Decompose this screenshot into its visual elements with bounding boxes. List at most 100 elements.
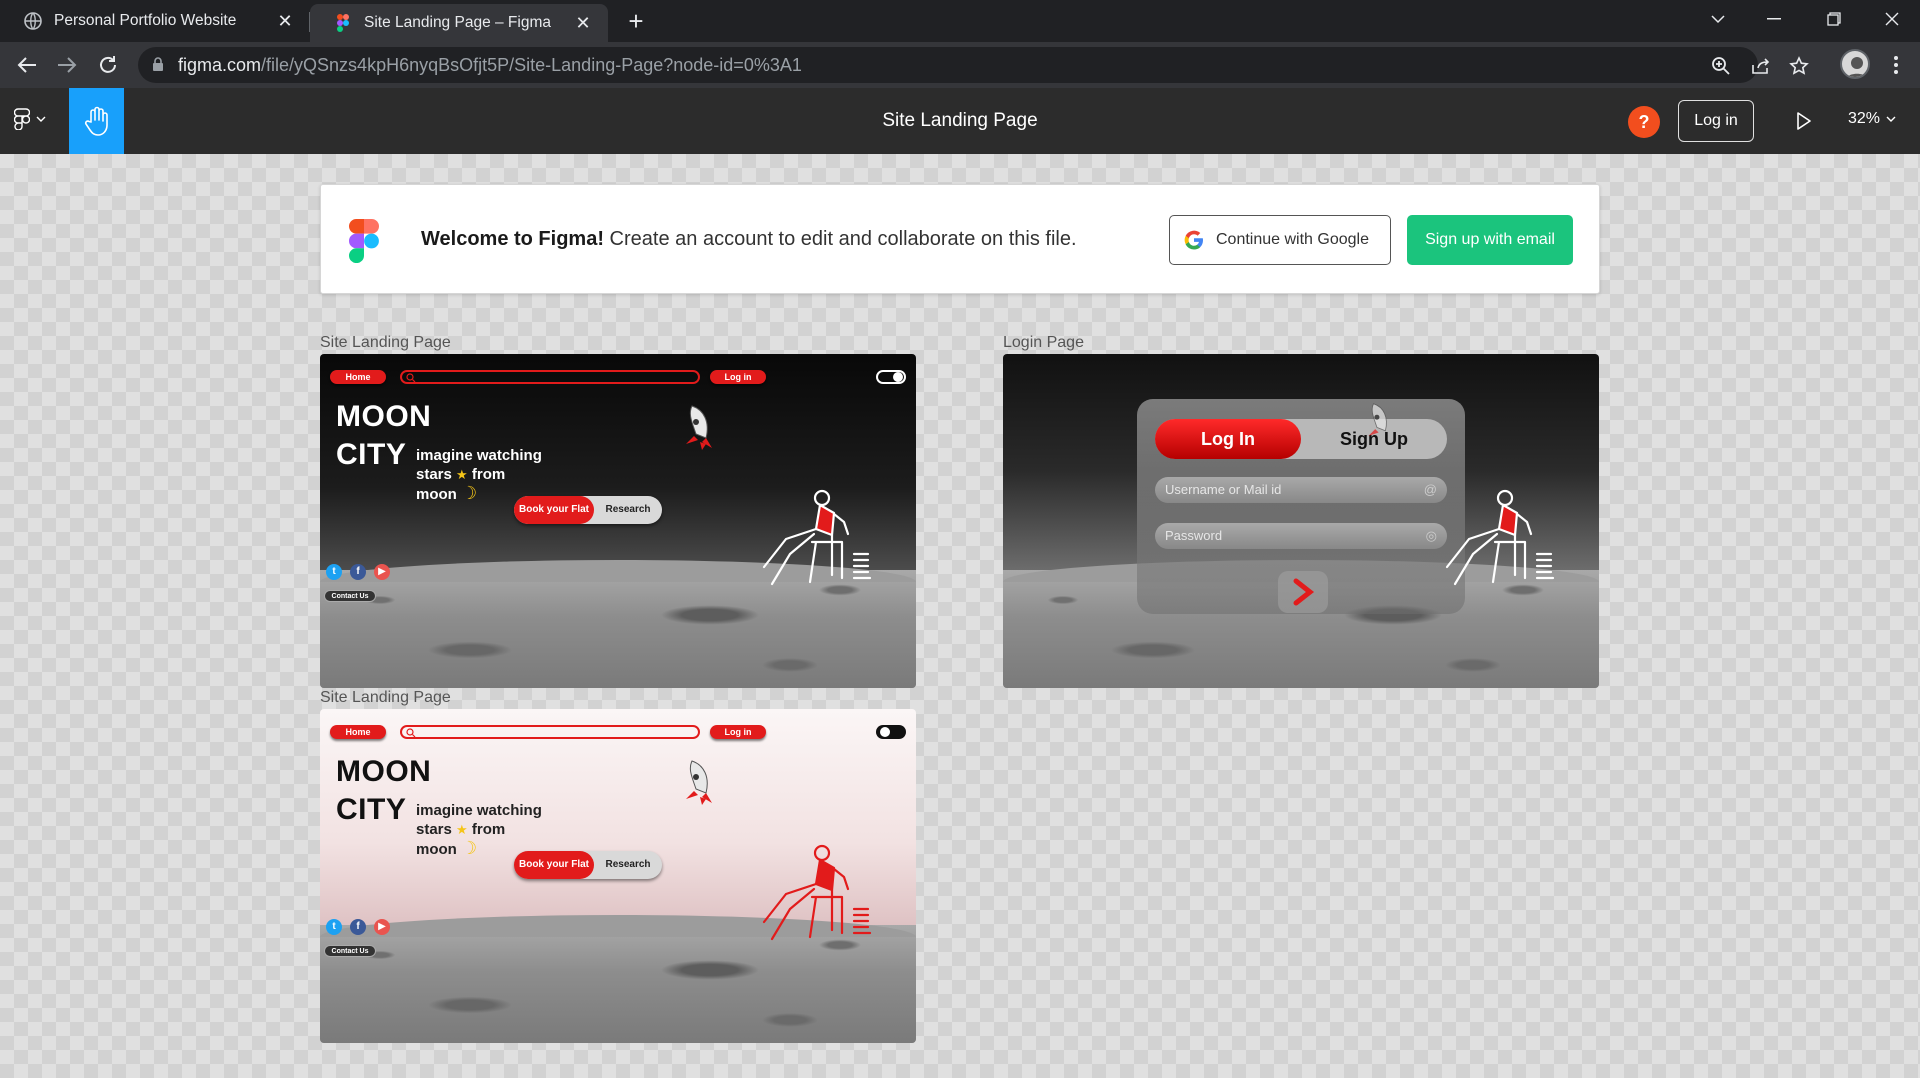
url-host: figma.com [178,55,262,75]
tab-log-in: Log In [1155,419,1301,459]
help-button[interactable]: ? [1628,106,1660,138]
frame-label-login[interactable]: Login Page [1003,334,1084,352]
frame-login-page[interactable]: Log In Sign Up Username or Mail id @ Pass… [1003,354,1599,688]
star-icon: ★ [456,467,468,482]
tagline-line2: stars ★ from [416,820,542,839]
close-window-icon[interactable] [1864,0,1920,38]
globe-icon [24,12,42,30]
url-text: figma.com/file/yQSnzs4kpH6nyqBsOfjt5P/Si… [178,55,802,76]
cta-buttons: Book your Flat Research [514,496,662,524]
social-links: t f ▶ [326,564,390,580]
back-icon[interactable] [13,51,41,79]
username-placeholder: Username or Mail id [1165,482,1282,497]
zoom-icon[interactable] [1710,55,1732,77]
login-nav-button: Log in [710,725,766,739]
forward-icon[interactable] [53,51,81,79]
rocket-icon [1368,403,1387,436]
research-button: Research [605,859,651,870]
zoom-level: 32% [1848,110,1881,127]
browser-tabstrip: Personal Portfolio Website ✕ Site Landin… [0,0,1920,42]
frame-label-landing-dark[interactable]: Site Landing Page [320,334,451,352]
sign-up-with-email-button[interactable]: Sign up with email [1407,215,1573,265]
tab-site-landing-page[interactable]: Site Landing Page – Figma ✕ [310,4,608,42]
chevron-down-icon[interactable] [1690,0,1746,38]
reload-icon[interactable] [94,51,122,79]
twitter-icon: t [326,919,342,935]
lock-icon[interactable] [152,57,164,72]
theme-toggle [876,370,906,384]
login-signup-tabs: Log In Sign Up [1155,419,1447,459]
title-city: CITY [336,793,407,826]
tagline-moon: moon [416,841,457,858]
facebook-icon: f [350,564,366,580]
tagline-line1: imagine watching [416,802,542,819]
plus-icon[interactable]: + [622,8,650,36]
login-nav-button: Log in [710,370,766,384]
home-nav-button: Home [330,370,386,384]
research-button: Research [605,504,651,515]
zoom-dropdown[interactable]: 32% [1848,110,1896,128]
frame-label-landing-light[interactable]: Site Landing Page [320,689,451,707]
close-icon[interactable]: ✕ [572,12,594,34]
figma-icon [337,14,349,32]
play-icon[interactable] [1790,108,1816,134]
contact-us-button: Contact Us [324,590,376,602]
share-icon[interactable] [1750,55,1772,77]
tagline-from: from [471,466,506,483]
title-city: CITY [336,438,407,471]
tagline-from: from [471,821,506,838]
chevron-right-icon [1293,578,1315,606]
tagline-line1: imagine watching [416,447,542,464]
continue-with-google-button[interactable]: Continue with Google [1169,215,1391,265]
tagline-moon: moon [416,486,457,503]
star-icon[interactable] [1788,55,1810,77]
youtube-icon: ▶ [374,564,390,580]
home-nav-button: Home [330,725,386,739]
google-label: Continue with Google [1216,231,1369,248]
social-links: t f ▶ [326,919,390,935]
book-your-flat-button: Book your Flat [514,851,594,879]
person-reading-illustration [762,844,872,941]
close-icon[interactable]: ✕ [274,10,296,32]
welcome-bold: Welcome to Figma! [421,228,604,250]
submit-arrow-button [1278,571,1328,613]
menu-kebab-icon[interactable] [1886,53,1906,77]
welcome-message: Welcome to Figma! Create an account to e… [421,228,1077,251]
tagline-stars: stars [416,821,452,838]
minimize-icon[interactable] [1746,0,1802,38]
person-reading-illustration [1445,489,1555,586]
star-icon: ★ [456,822,468,837]
crescent-moon-icon: ☽ [461,838,478,858]
search-bar [400,370,700,384]
frame-landing-dark[interactable]: Home Log in MOON CITY imagine watching s… [320,354,916,688]
facebook-icon: f [350,919,366,935]
search-bar [400,725,700,739]
chevron-down-icon [1886,116,1896,122]
figma-logo-icon [349,219,379,263]
password-field: Password ◎ [1155,523,1447,549]
figma-toolbar: Site Landing Page ? Log in 32% [0,88,1920,154]
rocket-icon [686,760,712,805]
theme-toggle [876,725,906,739]
profile-avatar[interactable] [1840,49,1870,79]
cta-buttons: Book your Flat Research [514,851,662,879]
person-reading-illustration [762,489,872,586]
search-icon [406,373,416,383]
login-panel: Log In Sign Up Username or Mail id @ Pass… [1137,399,1465,614]
url-input[interactable]: figma.com/file/yQSnzs4kpH6nyqBsOfjt5P/Si… [138,47,1809,83]
password-placeholder: Password [1165,528,1223,543]
google-icon [1184,230,1203,250]
rocket-icon [686,405,712,450]
crescent-moon-icon: ☽ [461,483,478,503]
frame-landing-light[interactable]: Home Log in MOON CITY imagine watching s… [320,709,916,1043]
restore-icon[interactable] [1806,0,1862,38]
tab-title: Personal Portfolio Website [54,12,237,29]
username-field: Username or Mail id @ [1155,477,1447,503]
tagline-stars: stars [416,466,452,483]
tab-personal-portfolio[interactable]: Personal Portfolio Website ✕ [0,0,310,42]
url-path: /file/yQSnzs4kpH6nyqBsOfjt5P/Site-Landin… [261,55,802,75]
title-moon: MOON [336,400,432,433]
figma-login-button[interactable]: Log in [1678,100,1754,142]
tagline-line2: stars ★ from [416,465,542,484]
search-icon [406,728,416,738]
